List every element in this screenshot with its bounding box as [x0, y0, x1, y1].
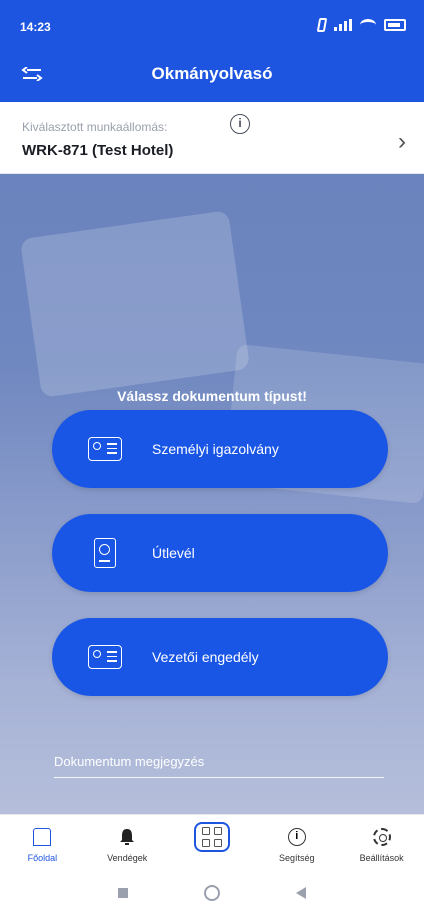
system-nav-bar	[0, 876, 424, 910]
document-note-field[interactable]: Dokumentum megjegyzés	[54, 744, 384, 778]
driver-license-button[interactable]: Vezetői engedély	[52, 618, 388, 696]
passport-button[interactable]: Útlevél	[52, 514, 388, 592]
info-icon: i	[287, 823, 306, 851]
bell-icon	[118, 823, 136, 851]
document-note-placeholder: Dokumentum megjegyzés	[54, 754, 205, 769]
bottom-nav: Főoldal Vendégek i Segítség Beállítások	[0, 814, 424, 876]
document-type-panel: Válassz dokumentum típust! Személyi igaz…	[0, 174, 424, 814]
nav-item-settings[interactable]: Beállítások	[339, 815, 424, 876]
driver-license-icon	[78, 645, 132, 669]
nav-item-help[interactable]: i Segítség	[254, 815, 339, 876]
info-icon[interactable]: i	[230, 114, 250, 134]
driver-license-label: Vezetői engedély	[152, 649, 259, 665]
app-bar: Okmányolvasó	[0, 46, 424, 102]
wifi-icon	[360, 19, 376, 31]
status-time: 14:23	[20, 20, 51, 34]
status-icons	[316, 18, 406, 32]
back-icon[interactable]	[296, 887, 306, 899]
workstation-selector[interactable]: Kiválasztott munkaállomás: i WRK-871 (Te…	[0, 102, 424, 174]
home-icon	[33, 823, 52, 851]
signal-icon	[334, 19, 352, 31]
nav-label-home: Főoldal	[27, 853, 58, 863]
passport-label: Útlevél	[152, 545, 195, 561]
document-type-title: Válassz dokumentum típust!	[117, 388, 307, 404]
gear-icon	[372, 823, 391, 851]
home-system-icon[interactable]	[204, 885, 220, 901]
nav-label-guests: Vendégek	[107, 853, 148, 863]
id-card-button[interactable]: Személyi igazolvány	[52, 410, 388, 488]
page-title: Okmányolvasó	[151, 64, 273, 83]
passport-icon	[78, 538, 132, 568]
id-card-label: Személyi igazolvány	[152, 441, 279, 457]
nav-label-settings: Beállítások	[359, 853, 404, 863]
recent-apps-icon[interactable]	[118, 888, 128, 898]
chevron-right-icon[interactable]: ›	[398, 128, 406, 156]
background-phone-image	[19, 210, 251, 398]
workstation-value: WRK-871 (Test Hotel)	[22, 142, 174, 159]
id-card-icon	[78, 437, 132, 461]
battery-icon	[384, 19, 406, 31]
workstation-label: Kiválasztott munkaállomás:	[22, 120, 168, 134]
nav-label-help: Segítség	[279, 853, 315, 863]
nav-item-home[interactable]: Főoldal	[0, 815, 85, 876]
status-bar: 14:23	[0, 0, 424, 46]
bluetooth-icon	[316, 18, 328, 32]
nav-item-scan[interactable]	[170, 815, 255, 876]
nav-item-guests[interactable]: Vendégek	[85, 815, 170, 876]
qr-scan-icon	[193, 822, 230, 852]
